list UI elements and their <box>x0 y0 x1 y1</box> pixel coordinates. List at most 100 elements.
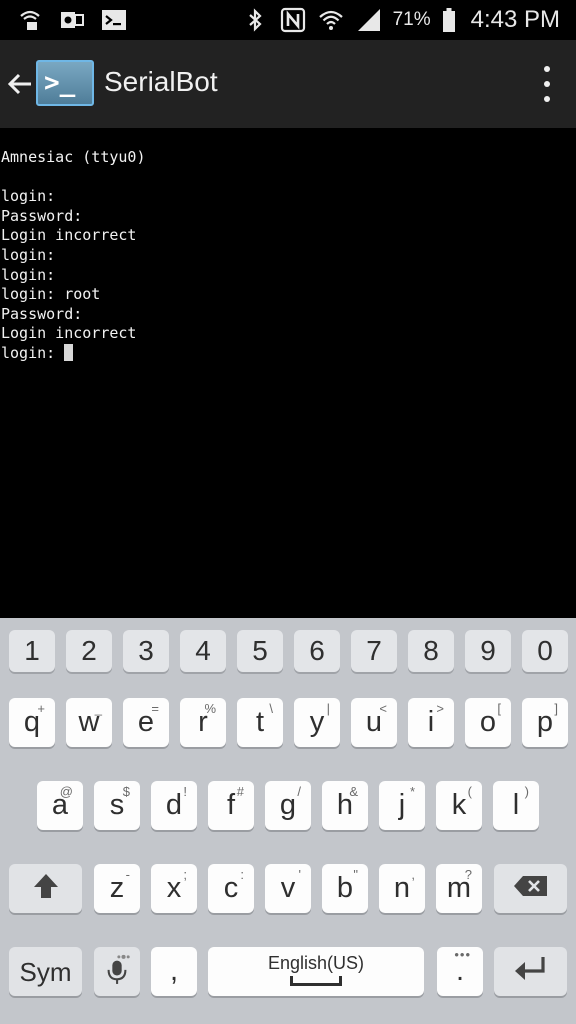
key-label: b <box>336 872 354 904</box>
key-3[interactable]: 3 <box>123 630 169 672</box>
battery-icon <box>441 6 457 34</box>
key-p[interactable]: ] p <box>522 698 568 747</box>
key-label: 7 <box>366 635 382 666</box>
key-alt-label: < <box>379 701 387 716</box>
clock: 4:43 PM <box>470 6 560 33</box>
key-x[interactable]: ; x <box>151 864 197 913</box>
key-9[interactable]: 9 <box>465 630 511 672</box>
key-alt-label: ( <box>467 784 472 799</box>
key-4[interactable]: 4 <box>180 630 226 672</box>
key-alt-label: = <box>151 701 159 716</box>
overflow-menu-icon[interactable] <box>542 66 552 102</box>
terminal-output[interactable]: Amnesiac (ttyu0) login: Password: Login … <box>0 128 576 618</box>
key-8[interactable]: 8 <box>408 630 454 672</box>
wifi-icon <box>317 6 345 34</box>
backspace-key[interactable] <box>494 864 567 913</box>
key-y[interactable]: | y <box>294 698 340 747</box>
key-alt-label: # <box>236 784 244 799</box>
key-b[interactable]: " b <box>322 864 368 913</box>
key-s[interactable]: $ s <box>94 781 140 830</box>
key-5[interactable]: 5 <box>237 630 283 672</box>
key-label: 2 <box>81 635 97 666</box>
key-alt-label: % <box>204 701 216 716</box>
signal-icon <box>355 6 383 34</box>
key-v[interactable]: ' v <box>265 864 311 913</box>
period-key[interactable]: ••• . <box>437 947 483 996</box>
terminal-line: Amnesiac (ttyu0) <box>1 148 146 166</box>
key-label: z <box>109 872 125 904</box>
back-arrow-icon[interactable] <box>4 64 36 104</box>
key-alt-label: * <box>409 784 415 799</box>
key-i[interactable]: > i <box>408 698 454 747</box>
serialbot-app-icon[interactable]: >_ <box>36 60 94 106</box>
key-2[interactable]: 2 <box>66 630 112 672</box>
key-label: t <box>255 706 265 738</box>
key-t[interactable]: \ t <box>237 698 283 747</box>
terminal-line: Login incorrect <box>1 324 137 343</box>
key-alt-label: ' <box>298 867 301 882</box>
key-label: p <box>536 706 554 738</box>
key-z[interactable]: -z <box>94 864 140 913</box>
terminal-icon <box>100 6 128 34</box>
shift-key[interactable] <box>9 864 82 913</box>
backspace-icon <box>513 874 549 903</box>
key-alt-label: $ <box>122 784 130 799</box>
key-f[interactable]: # f <box>208 781 254 830</box>
key-label: 4 <box>195 635 211 666</box>
microphone-icon <box>103 952 131 991</box>
key-l[interactable]: ) l <box>493 781 539 830</box>
key-u[interactable]: < u <box>351 698 397 747</box>
terminal-line: Password: <box>1 304 83 323</box>
more-dots-icon: ••• <box>454 947 471 962</box>
voice-input-key[interactable] <box>94 947 140 996</box>
key-h[interactable]: & h <box>322 781 368 830</box>
key-label: 0 <box>537 635 553 666</box>
app-title: SerialBot <box>104 66 218 97</box>
shift-arrow-icon <box>31 871 61 906</box>
terminal-line: login: <box>1 187 56 206</box>
key-o[interactable]: [o <box>465 698 511 747</box>
key-q[interactable]: + q <box>9 698 55 747</box>
app-icon-glyph: >_ <box>44 68 76 98</box>
key-g[interactable]: / g <box>265 781 311 830</box>
key-alt-label: \ <box>269 701 273 716</box>
space-key[interactable]: English(US) <box>208 947 424 996</box>
key-alt-label: | <box>326 701 330 716</box>
key-6[interactable]: 6 <box>294 630 340 672</box>
key-w[interactable]: _ w <box>66 698 112 747</box>
key-label: , <box>169 955 179 987</box>
key-n[interactable]: ,n <box>379 864 425 913</box>
bluetooth-icon <box>241 6 269 34</box>
key-r[interactable]: % r <box>180 698 226 747</box>
comma-key[interactable]: , <box>151 947 197 996</box>
space-bar-icon <box>290 976 342 986</box>
enter-icon <box>513 955 549 988</box>
key-label: 8 <box>423 635 439 666</box>
key-1[interactable]: 1 <box>9 630 55 672</box>
key-0[interactable]: 0 <box>522 630 568 672</box>
enter-key[interactable] <box>494 947 567 996</box>
key-c[interactable]: :c <box>208 864 254 913</box>
terminal-line: login: root <box>1 285 101 304</box>
key-a[interactable]: @ a <box>37 781 83 830</box>
key-j[interactable]: * j <box>379 781 425 830</box>
key-label: 3 <box>138 635 154 666</box>
key-k[interactable]: (k <box>436 781 482 830</box>
terminal-line: Login incorrect <box>1 226 137 245</box>
key-alt-label: _ <box>94 701 102 716</box>
key-label: n <box>393 872 411 904</box>
key-e[interactable]: = e <box>123 698 169 747</box>
status-bar: 71% 4:43 PM <box>0 0 576 40</box>
soft-keyboard: 1 2 3 4 5 6 7 8 9 0 + q _ w = e % r \ t | y < u… <box>0 618 576 1024</box>
key-alt-label: ) <box>524 784 529 799</box>
key-m[interactable]: ? m <box>436 864 482 913</box>
terminal-prompt-line: login: <box>0 343 576 364</box>
key-7[interactable]: 7 <box>351 630 397 672</box>
sym-key[interactable]: Sym <box>9 947 82 996</box>
key-label: f <box>226 789 236 821</box>
key-label: v <box>280 872 296 904</box>
key-d[interactable]: ! d <box>151 781 197 830</box>
wifi-call-icon <box>16 6 44 34</box>
key-label: g <box>279 789 297 821</box>
